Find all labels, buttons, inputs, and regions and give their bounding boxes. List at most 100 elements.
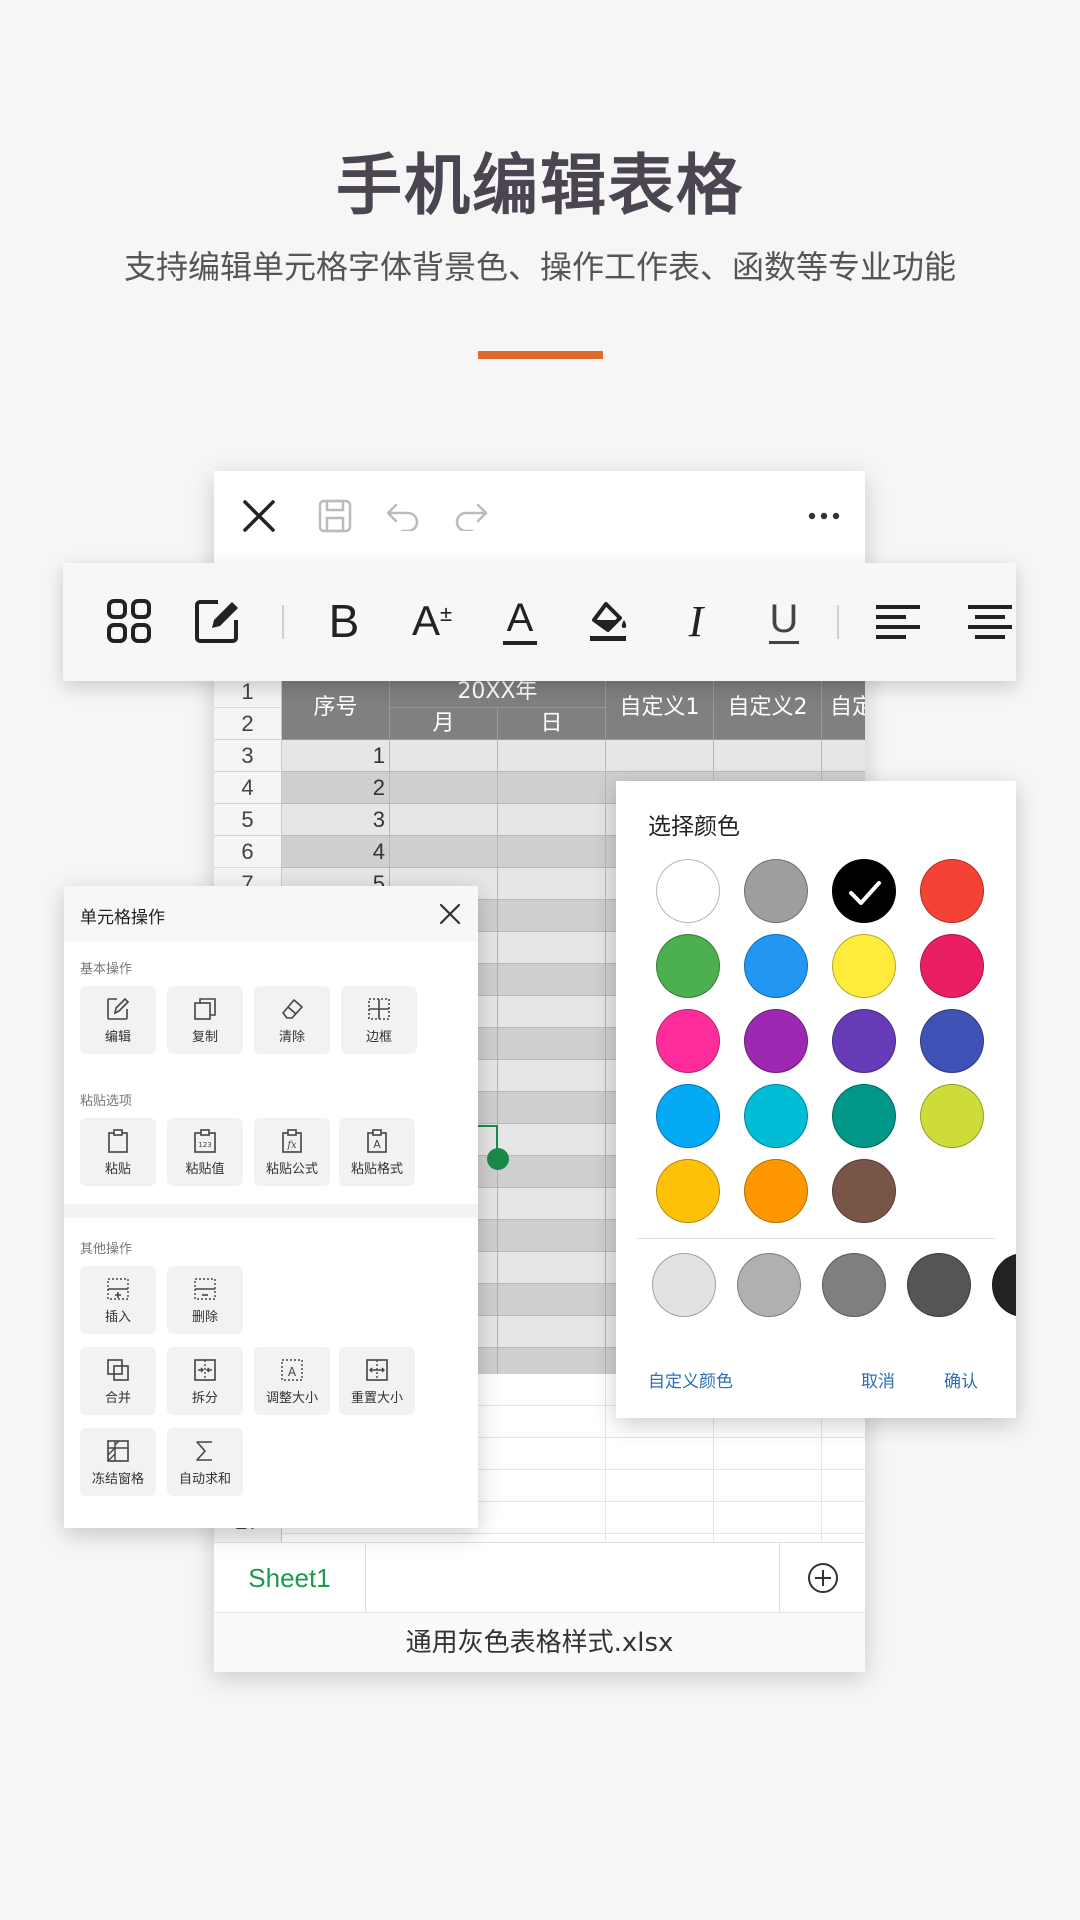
redo-icon[interactable] bbox=[446, 491, 496, 541]
index-cell[interactable]: 1 bbox=[282, 740, 390, 772]
table-cell[interactable] bbox=[498, 868, 606, 900]
resize-icon: A bbox=[281, 1359, 303, 1381]
color-swatch[interactable] bbox=[920, 1009, 984, 1073]
format-toolbar: B A ± A I U bbox=[63, 563, 1016, 681]
header-custom1[interactable]: 自定义1 bbox=[606, 676, 714, 740]
color-swatch[interactable] bbox=[656, 1009, 720, 1073]
paste-format-icon-text: A bbox=[373, 1138, 381, 1151]
align-left-icon[interactable] bbox=[866, 589, 930, 653]
paste-button[interactable]: 粘贴 bbox=[80, 1118, 156, 1186]
color-swatch[interactable] bbox=[656, 934, 720, 998]
header-custom2[interactable]: 自定义2 bbox=[714, 676, 822, 740]
confirm-button[interactable]: 确认 bbox=[944, 1367, 978, 1392]
clear-button[interactable]: 清除 bbox=[254, 986, 330, 1054]
table-cell[interactable] bbox=[498, 740, 606, 772]
sheet-tab[interactable]: Sheet1 bbox=[214, 1543, 366, 1613]
freeze-panes-button[interactable]: 冻结窗格 bbox=[80, 1428, 156, 1496]
gray-swatch[interactable] bbox=[822, 1253, 886, 1317]
row-number[interactable]: 6 bbox=[214, 836, 282, 868]
color-swatch[interactable] bbox=[920, 1084, 984, 1148]
underline-bar bbox=[769, 640, 799, 644]
index-cell[interactable]: 2 bbox=[282, 772, 390, 804]
section-label-paste: 粘贴选项 bbox=[80, 1094, 133, 1109]
color-swatch[interactable] bbox=[656, 1084, 720, 1148]
header-day[interactable]: 日 bbox=[498, 708, 606, 740]
color-swatch[interactable] bbox=[744, 1009, 808, 1073]
paste-format-button[interactable]: A 粘贴格式 bbox=[339, 1118, 415, 1186]
table-cell[interactable] bbox=[390, 772, 498, 804]
row-number[interactable]: 4 bbox=[214, 772, 282, 804]
index-cell[interactable]: 3 bbox=[282, 804, 390, 836]
color-swatch[interactable] bbox=[744, 1159, 808, 1223]
color-swatch[interactable] bbox=[656, 1159, 720, 1223]
color-swatch[interactable] bbox=[744, 859, 808, 923]
table-cell[interactable] bbox=[714, 740, 822, 772]
table-cell[interactable] bbox=[606, 740, 714, 772]
reset-size-button[interactable]: 重置大小 bbox=[339, 1347, 415, 1415]
edit-button[interactable]: 编辑 bbox=[80, 986, 156, 1054]
apps-icon[interactable] bbox=[97, 589, 161, 653]
gray-swatch[interactable] bbox=[907, 1253, 971, 1317]
panel-title: 单元格操作 bbox=[80, 908, 165, 928]
color-swatch[interactable] bbox=[832, 1159, 896, 1223]
color-swatch[interactable] bbox=[832, 934, 896, 998]
gray-swatch[interactable] bbox=[737, 1253, 801, 1317]
header-month[interactable]: 月 bbox=[390, 708, 498, 740]
paste-formula-button[interactable]: fx 粘贴公式 bbox=[254, 1118, 330, 1186]
more-icon[interactable] bbox=[799, 491, 849, 541]
fill-color-icon[interactable] bbox=[576, 589, 640, 653]
cancel-button[interactable]: 取消 bbox=[861, 1367, 895, 1392]
header-index[interactable]: 序号 bbox=[282, 676, 390, 740]
color-swatch[interactable] bbox=[656, 859, 720, 923]
color-swatch[interactable] bbox=[920, 934, 984, 998]
color-swatch[interactable] bbox=[744, 1084, 808, 1148]
underline-icon[interactable]: U bbox=[752, 589, 816, 653]
paste-value-button[interactable]: 123 粘贴值 bbox=[167, 1118, 243, 1186]
table-cell[interactable] bbox=[390, 804, 498, 836]
gray-swatch[interactable] bbox=[652, 1253, 716, 1317]
copy-icon bbox=[194, 998, 216, 1020]
index-cell[interactable]: 4 bbox=[282, 836, 390, 868]
paste-value-icon: 123 bbox=[194, 1129, 216, 1153]
header-custom3[interactable]: 自定 bbox=[822, 676, 865, 740]
table-cell[interactable] bbox=[498, 836, 606, 868]
adjust-size-button[interactable]: A 调整大小 bbox=[254, 1347, 330, 1415]
font-color-icon[interactable]: A bbox=[488, 589, 552, 653]
merge-button-label: 合并 bbox=[104, 1391, 131, 1406]
insert-button[interactable]: 插入 bbox=[80, 1266, 156, 1334]
color-swatch[interactable] bbox=[744, 934, 808, 998]
auto-sum-button[interactable]: 自动求和 bbox=[167, 1428, 243, 1496]
section-label-basic: 基本操作 bbox=[80, 962, 133, 977]
align-center-icon[interactable] bbox=[968, 589, 1016, 653]
table-cell[interactable] bbox=[498, 772, 606, 804]
selection-handle[interactable] bbox=[487, 1148, 509, 1170]
add-sheet-button[interactable] bbox=[779, 1543, 865, 1613]
row-number[interactable]: 2 bbox=[214, 708, 282, 740]
italic-icon[interactable]: I bbox=[664, 589, 728, 653]
border-button[interactable]: 边框 bbox=[341, 986, 417, 1054]
row-number[interactable]: 5 bbox=[214, 804, 282, 836]
color-swatch[interactable] bbox=[832, 1084, 896, 1148]
copy-button[interactable]: 复制 bbox=[167, 986, 243, 1054]
bold-icon[interactable]: B bbox=[312, 589, 376, 653]
table-cell[interactable] bbox=[498, 804, 606, 836]
delete-button[interactable]: 删除 bbox=[167, 1266, 243, 1334]
color-swatch[interactable] bbox=[920, 859, 984, 923]
close-icon[interactable] bbox=[436, 900, 464, 928]
color-swatch[interactable] bbox=[832, 1009, 896, 1073]
undo-icon[interactable] bbox=[378, 491, 428, 541]
custom-color-link[interactable]: 自定义颜色 bbox=[648, 1367, 733, 1392]
split-button[interactable]: 拆分 bbox=[167, 1347, 243, 1415]
table-cell[interactable] bbox=[822, 740, 865, 772]
save-icon[interactable] bbox=[310, 491, 360, 541]
edit-icon[interactable] bbox=[185, 589, 249, 653]
table-cell[interactable] bbox=[390, 836, 498, 868]
merge-button[interactable]: 合并 bbox=[80, 1347, 156, 1415]
table-cell[interactable] bbox=[390, 740, 498, 772]
close-icon[interactable] bbox=[234, 491, 284, 541]
row-number[interactable]: 3 bbox=[214, 740, 282, 772]
font-size-icon[interactable]: A ± bbox=[400, 589, 464, 653]
reset-size-icon bbox=[366, 1359, 388, 1381]
color-swatch[interactable] bbox=[832, 859, 896, 923]
gray-swatch[interactable] bbox=[992, 1253, 1016, 1317]
